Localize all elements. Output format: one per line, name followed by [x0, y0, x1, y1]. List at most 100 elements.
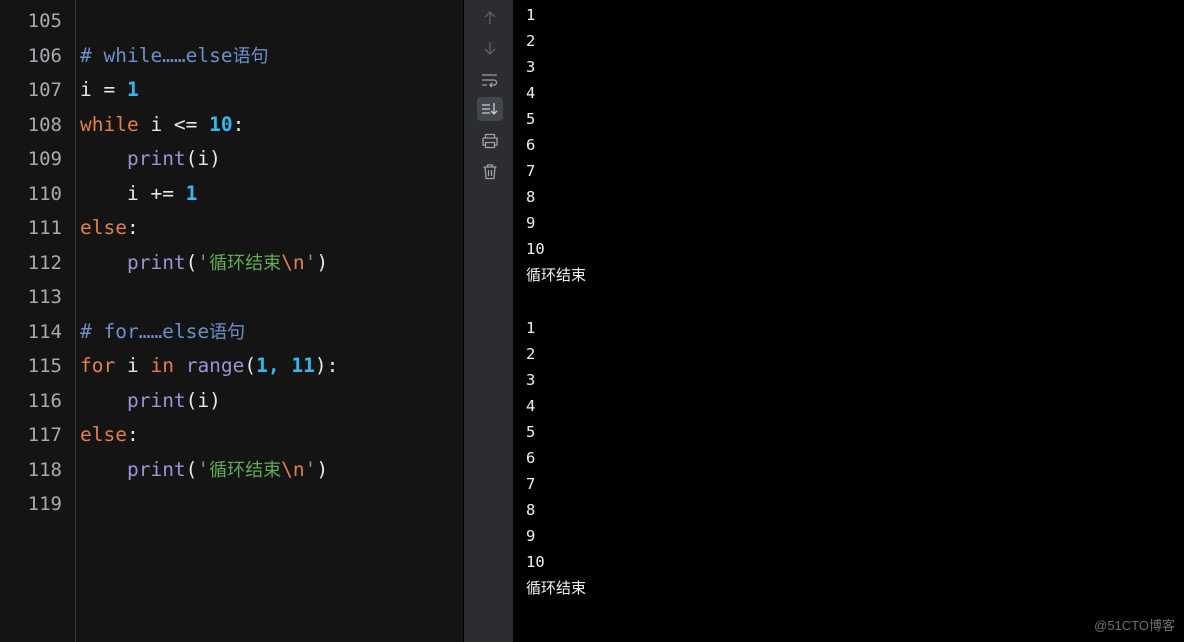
line-number: 109	[27, 148, 62, 170]
code-line-while[interactable]: while i <= 10:	[80, 108, 244, 142]
line-number: 114	[27, 321, 62, 343]
soft-wrap-icon	[482, 74, 498, 88]
function-token: print	[126, 389, 186, 412]
print-button[interactable]	[477, 129, 503, 153]
line-number: 106	[27, 45, 62, 67]
line-number: 116	[27, 390, 62, 412]
punct-token: )	[316, 458, 329, 481]
console-output[interactable]: 1 2 3 4 5 6 7 8 9 10 循环结束 1 2 3 4 5 6 7 …	[513, 0, 1184, 642]
output-line: 6	[526, 136, 536, 154]
args-token: (i)	[185, 147, 221, 170]
code-line-comment[interactable]: # while……else语句	[80, 39, 269, 73]
line-number: 117	[27, 424, 62, 446]
arrow-up-icon	[484, 11, 496, 24]
escape-token: \n	[281, 458, 305, 481]
punct-token: (	[244, 354, 257, 377]
output-line: 9	[526, 214, 536, 232]
code-line-assign[interactable]: i = 1	[80, 73, 139, 107]
punct-token: :	[232, 113, 245, 136]
expression-token: i +=	[126, 182, 186, 205]
trash-icon	[483, 163, 497, 179]
punct-token: (	[185, 251, 198, 274]
code-line-print[interactable]: print(i)	[80, 142, 221, 176]
variable-token: i	[80, 78, 92, 101]
code-line-else[interactable]: else:	[80, 418, 139, 452]
line-number: 118	[27, 459, 62, 481]
output-line: 4	[526, 84, 536, 102]
keyword-token: in	[150, 354, 174, 377]
punct-token: (	[185, 458, 198, 481]
escape-token: \n	[281, 251, 305, 274]
up-button[interactable]	[477, 6, 503, 30]
punct-token: :	[126, 216, 139, 239]
output-line: 4	[526, 397, 536, 415]
code-line-increment[interactable]: i += 1	[80, 177, 197, 211]
output-line: 2	[526, 32, 536, 50]
line-number: 113	[27, 286, 62, 308]
scroll-to-end-icon	[482, 103, 498, 115]
number-token: 10	[209, 113, 233, 136]
line-number: 115	[27, 355, 62, 377]
string-token: '	[304, 458, 317, 481]
code-line-for[interactable]: for i in range(1, 11):	[80, 349, 338, 383]
soft-wrap-button[interactable]	[477, 68, 503, 92]
scroll-to-end-button[interactable]	[477, 97, 503, 121]
line-number: 108	[27, 114, 62, 136]
function-token: print	[126, 251, 186, 274]
output-line: 5	[526, 110, 536, 128]
output-line: 10	[526, 553, 545, 571]
code-line-else[interactable]: else:	[80, 211, 139, 245]
string-token: 循环结束	[209, 460, 282, 481]
code-line-print[interactable]: print(i)	[80, 384, 221, 418]
arrow-down-icon	[484, 42, 496, 55]
string-token: 循环结束	[209, 253, 282, 274]
code-line-print-end[interactable]: print('循环结束\n')	[80, 453, 328, 487]
line-number: 111	[27, 217, 62, 239]
code-editor[interactable]: 105 106 107 108 109 110 111 112 113 114 …	[0, 0, 463, 642]
code-line-comment[interactable]: # for……else语句	[80, 315, 245, 349]
output-line: 3	[526, 371, 536, 389]
function-token: print	[126, 147, 186, 170]
line-number: 107	[27, 79, 62, 101]
punct-token: )	[316, 251, 329, 274]
keyword-token: for	[80, 354, 116, 377]
punct-token: :	[126, 423, 139, 446]
comment-token: # while……else	[80, 44, 233, 67]
comment-token: 语句	[209, 322, 246, 343]
args-token: (i)	[185, 389, 221, 412]
expression-token: i <=	[138, 113, 210, 136]
line-number: 110	[27, 183, 62, 205]
code-line-print-end[interactable]: print('循环结束\n')	[80, 246, 328, 280]
expression-token: i	[115, 354, 151, 377]
number-token: 1,	[256, 354, 280, 377]
keyword-token: else	[80, 216, 127, 239]
output-line: 3	[526, 58, 536, 76]
line-number: 105	[27, 10, 62, 32]
clear-button[interactable]	[477, 159, 503, 183]
output-line: 8	[526, 501, 536, 519]
output-line: 5	[526, 423, 536, 441]
watermark: @51CTO博客	[1094, 618, 1175, 633]
keyword-token: while	[80, 113, 139, 136]
down-button[interactable]	[477, 36, 503, 60]
output-line: 7	[526, 475, 536, 493]
operator-token: =	[91, 78, 127, 101]
comment-token: 语句	[232, 46, 269, 67]
output-line: 10	[526, 240, 545, 258]
number-token: 1	[185, 182, 198, 205]
number-token: 1	[126, 78, 139, 101]
comment-token: # for……else	[80, 320, 210, 343]
function-token: print	[126, 458, 186, 481]
line-number: 119	[27, 493, 62, 515]
string-token: '	[197, 458, 210, 481]
output-line: 7	[526, 162, 536, 180]
punct-token: ):	[314, 354, 339, 377]
number-token: 11	[291, 354, 315, 377]
